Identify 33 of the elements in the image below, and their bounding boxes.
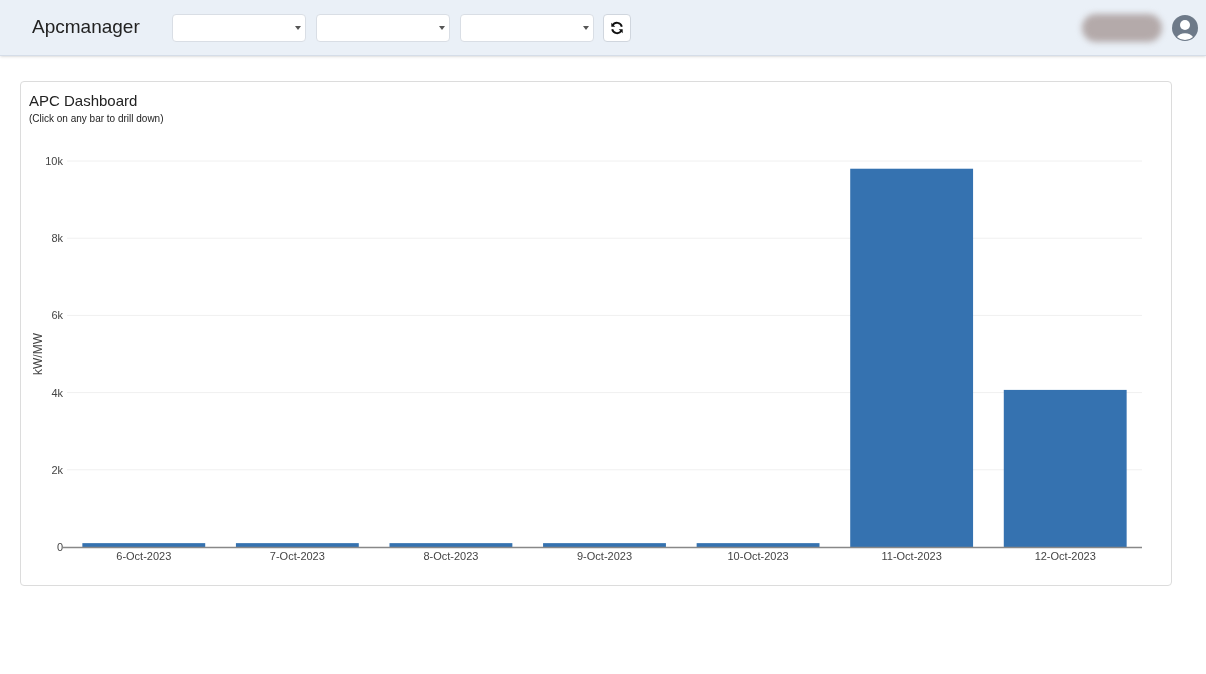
refresh-button[interactable] <box>602 13 631 42</box>
bar[interactable] <box>1003 389 1127 547</box>
x-tick-label: 6-Oct-2023 <box>116 550 172 562</box>
x-tick-label: 10-Oct-2023 <box>727 550 789 562</box>
bar[interactable] <box>82 543 206 547</box>
y-tick-label: 6k <box>51 309 63 322</box>
dropdown[interactable] <box>315 13 450 42</box>
dropdown[interactable] <box>171 13 306 42</box>
x-tick-label: 7-Oct-2023 <box>269 550 325 562</box>
y-axis-title: kW/MW <box>31 333 45 375</box>
y-tick-label: 10k <box>45 155 63 167</box>
bar[interactable] <box>543 543 666 547</box>
caret-icon <box>438 25 445 30</box>
dropdown[interactable] <box>459 13 594 42</box>
card-title: APC Dashboard <box>29 92 138 110</box>
bar[interactable] <box>850 168 974 547</box>
app-title: Apcmanager <box>32 15 140 40</box>
y-tick-label: 2k <box>51 463 63 476</box>
bar[interactable] <box>235 543 359 547</box>
bar[interactable] <box>389 543 513 547</box>
y-tick-label: 4k <box>51 386 63 399</box>
caret-icon <box>582 25 589 30</box>
bar[interactable] <box>696 543 820 547</box>
caret-icon <box>294 25 301 30</box>
card-subtitle: (Click on any bar to drill down) <box>29 112 164 126</box>
y-tick-label: 8k <box>51 232 63 245</box>
y-tick-label: 0 <box>56 541 63 553</box>
refresh-icon <box>609 20 624 35</box>
user-avatar-icon[interactable] <box>1172 14 1198 41</box>
x-tick-label: 12-Oct-2023 <box>1034 550 1096 562</box>
x-tick-label: 11-Oct-2023 <box>881 550 942 562</box>
x-tick-label: 8-Oct-2023 <box>423 550 479 562</box>
x-tick-label: 9-Oct-2023 <box>577 550 632 562</box>
